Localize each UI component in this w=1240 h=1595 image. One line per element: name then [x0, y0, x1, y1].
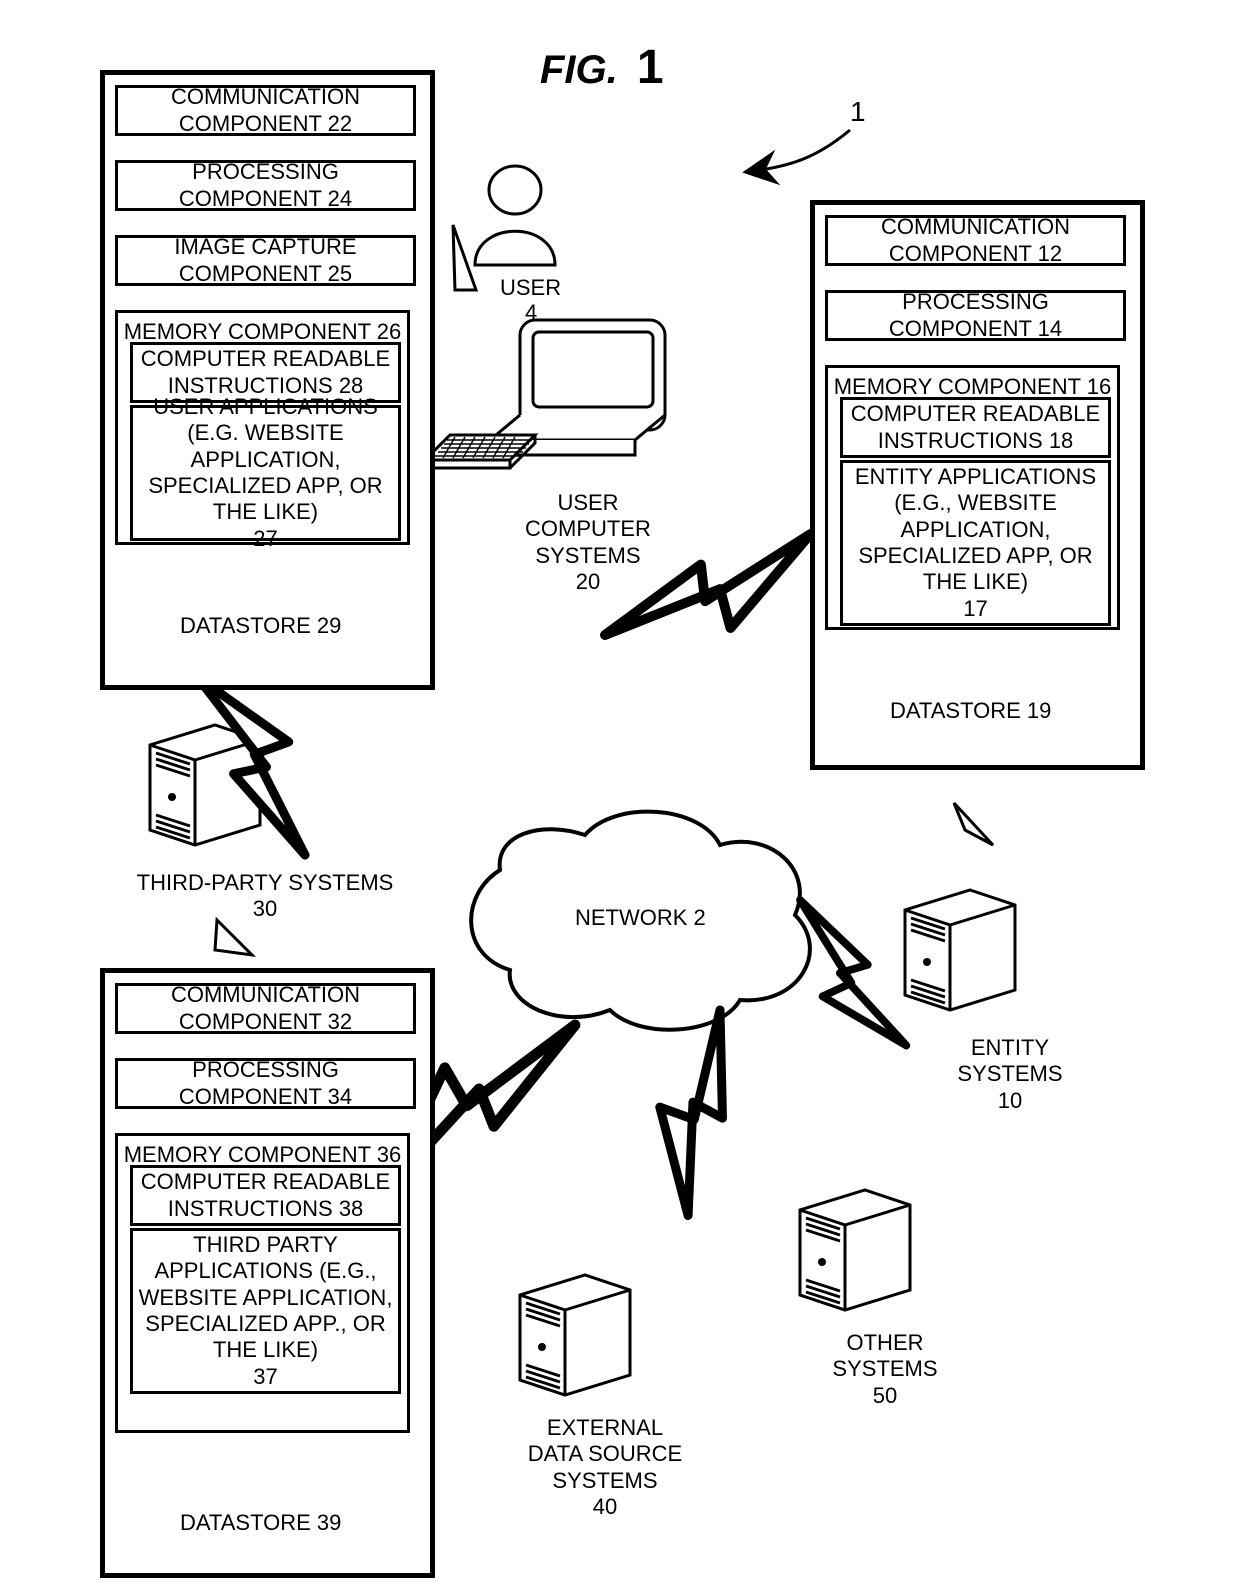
figure-stage: FIG. 1 1 USER 4 USER COMPUTER SYSTEMS 20…: [0, 0, 1240, 1595]
entity-systems-label: ENTITY SYSTEMS 10: [945, 1035, 1075, 1114]
apps-27: USER APPLICATIONS (E.G. WEBSITE APPLICAT…: [130, 405, 401, 541]
cri-38: COMPUTER READABLE INSTRUCTIONS 38: [130, 1165, 401, 1226]
figure-title-prefix: FIG.: [540, 48, 618, 92]
ext-l1: EXTERNAL: [547, 1415, 663, 1440]
network-label: NETWORK 2: [575, 905, 706, 931]
ds-29-label: DATASTORE 29: [180, 613, 341, 639]
entity-tower-icon: [905, 890, 1015, 1010]
apps-37: THIRD PARTY APPLICATIONS (E.G., WEBSITE …: [130, 1228, 401, 1394]
comm-12: COMMUNICATION COMPONENT 12: [825, 215, 1126, 266]
user-label: USER: [500, 275, 561, 301]
external-tower-icon: [520, 1275, 630, 1395]
ext-l3: SYSTEMS: [552, 1468, 657, 1493]
tp-label: THIRD-PARTY SYSTEMS: [137, 870, 394, 895]
figure-title-num: 1: [637, 41, 664, 94]
figure-ref: 1: [850, 95, 866, 129]
other-systems-label: OTHER SYSTEMS 50: [810, 1330, 960, 1409]
other-num: 50: [873, 1383, 897, 1408]
imgcap-25: IMAGE CAPTURE COMPONENT 25: [115, 235, 416, 286]
ucs-num: 20: [576, 569, 600, 594]
net-to-other: [602, 1010, 806, 1215]
entity-num: 10: [998, 1088, 1022, 1113]
third-party-label: THIRD-PARTY SYSTEMS 30: [110, 870, 420, 923]
user-icon: [475, 166, 555, 265]
proc-24: PROCESSING COMPONENT 24: [115, 160, 416, 211]
ucs-l1: USER: [557, 490, 618, 515]
other-tower-icon: [800, 1190, 910, 1310]
ucs-l2: COMPUTER: [525, 516, 651, 541]
user-num: 4: [525, 300, 537, 326]
proc-14: PROCESSING COMPONENT 14: [825, 290, 1126, 341]
proc-34: PROCESSING COMPONENT 34: [115, 1058, 416, 1109]
ucs-l3: SYSTEMS: [535, 543, 640, 568]
cri-18: COMPUTER READABLE INSTRUCTIONS 18: [840, 397, 1111, 458]
other-l1: OTHER: [847, 1330, 924, 1355]
user-computer-systems-label: USER COMPUTER SYSTEMS 20: [513, 490, 663, 596]
comm-22: COMMUNICATION COMPONENT 22: [115, 85, 416, 136]
entity-l2: SYSTEMS: [957, 1061, 1062, 1086]
other-l2: SYSTEMS: [832, 1356, 937, 1381]
ds-39-label: DATASTORE 39: [180, 1510, 341, 1536]
ext-l2: DATA SOURCE: [528, 1441, 682, 1466]
entity-l1: ENTITY: [971, 1035, 1049, 1060]
ext-num: 40: [593, 1494, 617, 1519]
figure-title: FIG. 1: [540, 40, 664, 95]
comm-32: COMMUNICATION COMPONENT 32: [115, 983, 416, 1034]
apps-17: ENTITY APPLICATIONS (E.G., WEBSITE APPLI…: [840, 460, 1111, 626]
tp-num: 30: [253, 896, 277, 921]
ds-19-label: DATASTORE 19: [890, 698, 1051, 724]
computer-icon: [425, 320, 665, 468]
external-systems-label: EXTERNAL DATA SOURCE SYSTEMS 40: [510, 1415, 700, 1521]
